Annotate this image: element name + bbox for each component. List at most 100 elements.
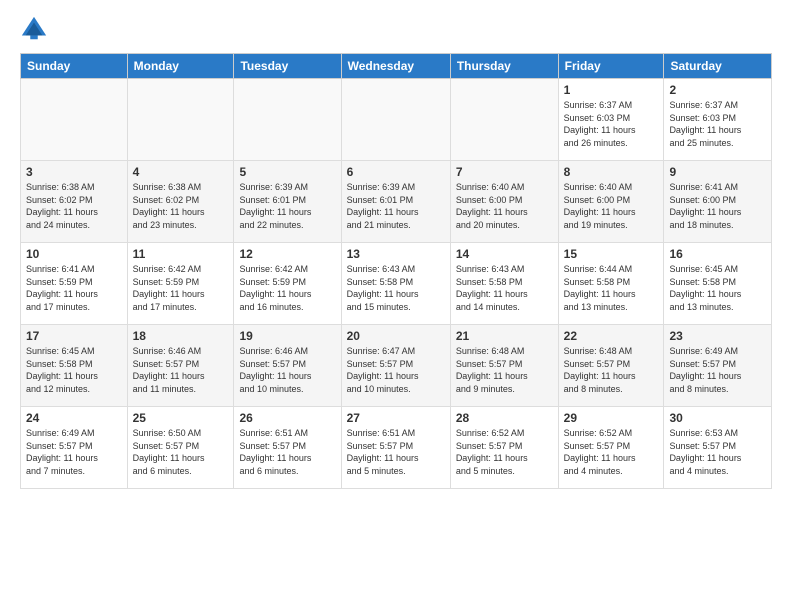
- day-info: Sunrise: 6:53 AMSunset: 5:57 PMDaylight:…: [669, 427, 766, 477]
- day-info: Sunrise: 6:40 AMSunset: 6:00 PMDaylight:…: [456, 181, 553, 231]
- calendar-page: SundayMondayTuesdayWednesdayThursdayFrid…: [0, 0, 792, 612]
- weekday-header: Friday: [558, 54, 664, 79]
- calendar-cell: 3 Sunrise: 6:38 AMSunset: 6:02 PMDaylight…: [21, 161, 128, 243]
- header: [20, 15, 772, 43]
- day-number: 29: [564, 411, 659, 425]
- calendar-cell: 12 Sunrise: 6:42 AMSunset: 5:59 PMDayligh…: [234, 243, 341, 325]
- calendar-cell: 26Sunrise: 6:51 AMSunset: 5:57 PMDayligh…: [234, 407, 341, 489]
- calendar-cell: 2 Sunrise: 6:37 AMSunset: 6:03 PMDaylight…: [664, 79, 772, 161]
- day-number: 8: [564, 165, 659, 179]
- calendar-cell: 23 Sunrise: 6:49 AMSunset: 5:57 PMDayligh…: [664, 325, 772, 407]
- day-info: Sunrise: 6:41 AMSunset: 6:00 PMDaylight:…: [669, 181, 766, 231]
- day-info: Sunrise: 6:46 AMSunset: 5:57 PMDaylight:…: [239, 345, 335, 395]
- calendar-cell: 21 Sunrise: 6:48 AMSunset: 5:57 PMDayligh…: [450, 325, 558, 407]
- calendar-cell: [21, 79, 128, 161]
- day-info: Sunrise: 6:42 AMSunset: 5:59 PMDaylight:…: [133, 263, 229, 313]
- day-info: Sunrise: 6:52 AMSunset: 5:57 PMDaylight:…: [456, 427, 553, 477]
- day-info: Sunrise: 6:43 AMSunset: 5:58 PMDaylight:…: [347, 263, 445, 313]
- day-number: 10: [26, 247, 122, 261]
- day-info: Sunrise: 6:44 AMSunset: 5:58 PMDaylight:…: [564, 263, 659, 313]
- weekday-header-row: SundayMondayTuesdayWednesdayThursdayFrid…: [21, 54, 772, 79]
- day-info: Sunrise: 6:52 AMSunset: 5:57 PMDaylight:…: [564, 427, 659, 477]
- day-number: 14: [456, 247, 553, 261]
- day-number: 9: [669, 165, 766, 179]
- weekday-header: Tuesday: [234, 54, 341, 79]
- day-info: Sunrise: 6:42 AMSunset: 5:59 PMDaylight:…: [239, 263, 335, 313]
- calendar-cell: 27 Sunrise: 6:51 AMSunset: 5:57 PMDayligh…: [341, 407, 450, 489]
- day-info: Sunrise: 6:50 AMSunset: 5:57 PMDaylight:…: [133, 427, 229, 477]
- calendar-cell: 17Sunrise: 6:45 AMSunset: 5:58 PMDayligh…: [21, 325, 128, 407]
- calendar-week-row: 3 Sunrise: 6:38 AMSunset: 6:02 PMDaylight…: [21, 161, 772, 243]
- day-info: Sunrise: 6:48 AMSunset: 5:57 PMDaylight:…: [564, 345, 659, 395]
- weekday-header: Monday: [127, 54, 234, 79]
- calendar-cell: 7 Sunrise: 6:40 AMSunset: 6:00 PMDaylight…: [450, 161, 558, 243]
- weekday-header: Thursday: [450, 54, 558, 79]
- calendar-cell: 8 Sunrise: 6:40 AMSunset: 6:00 PMDaylight…: [558, 161, 664, 243]
- day-info: Sunrise: 6:51 AMSunset: 5:57 PMDaylight:…: [347, 427, 445, 477]
- weekday-header: Saturday: [664, 54, 772, 79]
- day-info: Sunrise: 6:38 AMSunset: 6:02 PMDaylight:…: [133, 181, 229, 231]
- day-number: 24: [26, 411, 122, 425]
- day-number: 7: [456, 165, 553, 179]
- day-number: 13: [347, 247, 445, 261]
- calendar-cell: 20Sunrise: 6:47 AMSunset: 5:57 PMDayligh…: [341, 325, 450, 407]
- calendar-cell: 1Sunrise: 6:37 AMSunset: 6:03 PMDaylight…: [558, 79, 664, 161]
- calendar-cell: 5 Sunrise: 6:39 AMSunset: 6:01 PMDaylight…: [234, 161, 341, 243]
- day-info: Sunrise: 6:46 AMSunset: 5:57 PMDaylight:…: [133, 345, 229, 395]
- day-number: 6: [347, 165, 445, 179]
- calendar-cell: 13 Sunrise: 6:43 AMSunset: 5:58 PMDayligh…: [341, 243, 450, 325]
- calendar-cell: [450, 79, 558, 161]
- day-number: 16: [669, 247, 766, 261]
- day-number: 5: [239, 165, 335, 179]
- day-number: 3: [26, 165, 122, 179]
- day-number: 21: [456, 329, 553, 343]
- day-number: 18: [133, 329, 229, 343]
- calendar-cell: 19Sunrise: 6:46 AMSunset: 5:57 PMDayligh…: [234, 325, 341, 407]
- day-info: Sunrise: 6:48 AMSunset: 5:57 PMDaylight:…: [456, 345, 553, 395]
- day-info: Sunrise: 6:51 AMSunset: 5:57 PMDaylight:…: [239, 427, 335, 477]
- day-number: 4: [133, 165, 229, 179]
- day-info: Sunrise: 6:38 AMSunset: 6:02 PMDaylight:…: [26, 181, 122, 231]
- calendar-cell: 28 Sunrise: 6:52 AMSunset: 5:57 PMDayligh…: [450, 407, 558, 489]
- day-number: 23: [669, 329, 766, 343]
- day-number: 20: [347, 329, 445, 343]
- day-number: 27: [347, 411, 445, 425]
- calendar-week-row: 24 Sunrise: 6:49 AMSunset: 5:57 PMDayligh…: [21, 407, 772, 489]
- calendar-cell: 29 Sunrise: 6:52 AMSunset: 5:57 PMDayligh…: [558, 407, 664, 489]
- day-info: Sunrise: 6:37 AMSunset: 6:03 PMDaylight:…: [669, 99, 766, 149]
- day-info: Sunrise: 6:39 AMSunset: 6:01 PMDaylight:…: [239, 181, 335, 231]
- calendar-cell: 22Sunrise: 6:48 AMSunset: 5:57 PMDayligh…: [558, 325, 664, 407]
- calendar-cell: 15 Sunrise: 6:44 AMSunset: 5:58 PMDayligh…: [558, 243, 664, 325]
- day-info: Sunrise: 6:40 AMSunset: 6:00 PMDaylight:…: [564, 181, 659, 231]
- day-info: Sunrise: 6:49 AMSunset: 5:57 PMDaylight:…: [669, 345, 766, 395]
- calendar-cell: 4 Sunrise: 6:38 AMSunset: 6:02 PMDaylight…: [127, 161, 234, 243]
- day-info: Sunrise: 6:49 AMSunset: 5:57 PMDaylight:…: [26, 427, 122, 477]
- day-number: 12: [239, 247, 335, 261]
- calendar-cell: 25 Sunrise: 6:50 AMSunset: 5:57 PMDayligh…: [127, 407, 234, 489]
- calendar-table: SundayMondayTuesdayWednesdayThursdayFrid…: [20, 53, 772, 489]
- calendar-cell: [341, 79, 450, 161]
- day-number: 2: [669, 83, 766, 97]
- calendar-week-row: 10 Sunrise: 6:41 AMSunset: 5:59 PMDayligh…: [21, 243, 772, 325]
- calendar-cell: 30Sunrise: 6:53 AMSunset: 5:57 PMDayligh…: [664, 407, 772, 489]
- day-number: 25: [133, 411, 229, 425]
- day-number: 17: [26, 329, 122, 343]
- calendar-week-row: 17Sunrise: 6:45 AMSunset: 5:58 PMDayligh…: [21, 325, 772, 407]
- calendar-cell: 10 Sunrise: 6:41 AMSunset: 5:59 PMDayligh…: [21, 243, 128, 325]
- weekday-header: Wednesday: [341, 54, 450, 79]
- logo: [20, 15, 52, 43]
- day-info: Sunrise: 6:45 AMSunset: 5:58 PMDaylight:…: [669, 263, 766, 313]
- day-number: 28: [456, 411, 553, 425]
- day-info: Sunrise: 6:41 AMSunset: 5:59 PMDaylight:…: [26, 263, 122, 313]
- weekday-header: Sunday: [21, 54, 128, 79]
- day-info: Sunrise: 6:43 AMSunset: 5:58 PMDaylight:…: [456, 263, 553, 313]
- calendar-cell: 14 Sunrise: 6:43 AMSunset: 5:58 PMDayligh…: [450, 243, 558, 325]
- day-number: 11: [133, 247, 229, 261]
- day-number: 15: [564, 247, 659, 261]
- calendar-cell: 24 Sunrise: 6:49 AMSunset: 5:57 PMDayligh…: [21, 407, 128, 489]
- calendar-week-row: 1Sunrise: 6:37 AMSunset: 6:03 PMDaylight…: [21, 79, 772, 161]
- day-info: Sunrise: 6:39 AMSunset: 6:01 PMDaylight:…: [347, 181, 445, 231]
- calendar-cell: 9 Sunrise: 6:41 AMSunset: 6:00 PMDaylight…: [664, 161, 772, 243]
- calendar-cell: 16 Sunrise: 6:45 AMSunset: 5:58 PMDayligh…: [664, 243, 772, 325]
- calendar-cell: 11 Sunrise: 6:42 AMSunset: 5:59 PMDayligh…: [127, 243, 234, 325]
